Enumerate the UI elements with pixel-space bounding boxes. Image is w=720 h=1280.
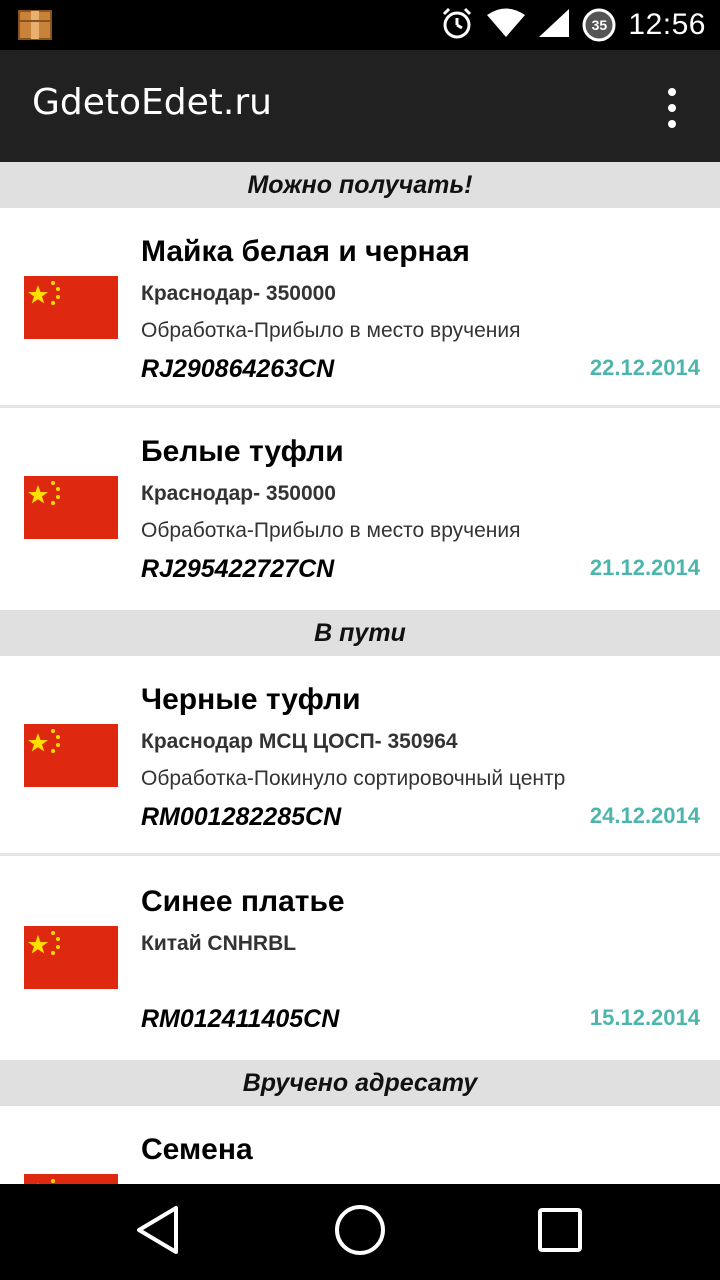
package-app-icon: [18, 9, 52, 41]
china-flag-icon: [24, 276, 118, 339]
battery-icon: 35: [582, 8, 616, 42]
item-tracking-number: RJ290864263CN: [141, 355, 335, 383]
item-location: Краснодар МСЦ ЦОСП- 350964: [141, 730, 458, 753]
item-tracking-number: RM012411405CN: [141, 1005, 340, 1033]
section-header: Вручено адресату: [0, 1060, 720, 1106]
back-button[interactable]: [98, 1184, 218, 1280]
app-title: GdetoEdet.ru: [32, 82, 272, 123]
overflow-dot: [668, 88, 676, 96]
list-item[interactable]: Синее платье Китай CNHRBL RM012411405CN …: [0, 858, 720, 1058]
status-bar: 35 12:56: [0, 0, 720, 50]
signal-icon: [538, 8, 570, 43]
list-item[interactable]: Черные туфли Краснодар МСЦ ЦОСП- 350964 …: [0, 656, 720, 856]
more-vert-icon[interactable]: [660, 88, 684, 128]
item-status: Обработка-Прибыло в место вручения: [141, 519, 521, 542]
item-name: Белые туфли: [141, 435, 344, 468]
china-flag-icon: [24, 926, 118, 989]
item-name: Майка белая и черная: [141, 235, 470, 268]
overflow-dot: [668, 104, 676, 112]
china-flag-icon: [24, 1174, 118, 1184]
parcel-list[interactable]: Можно получать! Майка белая и черная Кра…: [0, 162, 720, 1184]
item-date: 22.12.2014: [589, 355, 700, 380]
item-tracking-number: RJ295422727CN: [141, 555, 335, 583]
item-name: Синее платье: [141, 885, 345, 918]
item-status: Обработка-Покинуло сортировочный центр: [141, 767, 566, 790]
overflow-dot: [668, 120, 676, 128]
item-tracking-number: RM001282285CN: [141, 803, 342, 831]
navigation-bar: [0, 1184, 720, 1280]
alarm-icon: [440, 6, 474, 45]
item-location: Китай CNHRBL: [141, 932, 297, 955]
recents-button[interactable]: [500, 1184, 620, 1280]
back-icon: [134, 1204, 182, 1261]
item-location: Краснодар- 350000: [141, 482, 336, 505]
section-header: Можно получать!: [0, 162, 720, 208]
wifi-icon: [486, 8, 526, 43]
item-date: 21.12.2014: [589, 555, 700, 580]
action-bar: GdetoEdet.ru: [0, 50, 720, 162]
item-location: Краснодар- 350000: [141, 282, 336, 305]
list-item[interactable]: Семена: [0, 1106, 720, 1184]
item-date: 15.12.2014: [589, 1005, 700, 1030]
clock: 12:56: [628, 8, 706, 41]
item-name: Черные туфли: [141, 683, 361, 716]
home-button[interactable]: [300, 1184, 420, 1280]
list-item[interactable]: Белые туфли Краснодар- 350000 Обработка-…: [0, 408, 720, 608]
item-date: 24.12.2014: [589, 803, 700, 828]
item-status: Обработка-Прибыло в место вручения: [141, 319, 521, 342]
home-icon: [333, 1203, 387, 1262]
china-flag-icon: [24, 476, 118, 539]
item-name: Семена: [141, 1133, 253, 1166]
recents-icon: [537, 1207, 583, 1258]
section-header: В пути: [0, 610, 720, 656]
list-item[interactable]: Майка белая и черная Краснодар- 350000 О…: [0, 208, 720, 408]
china-flag-icon: [24, 724, 118, 787]
battery-level: 35: [591, 17, 608, 33]
